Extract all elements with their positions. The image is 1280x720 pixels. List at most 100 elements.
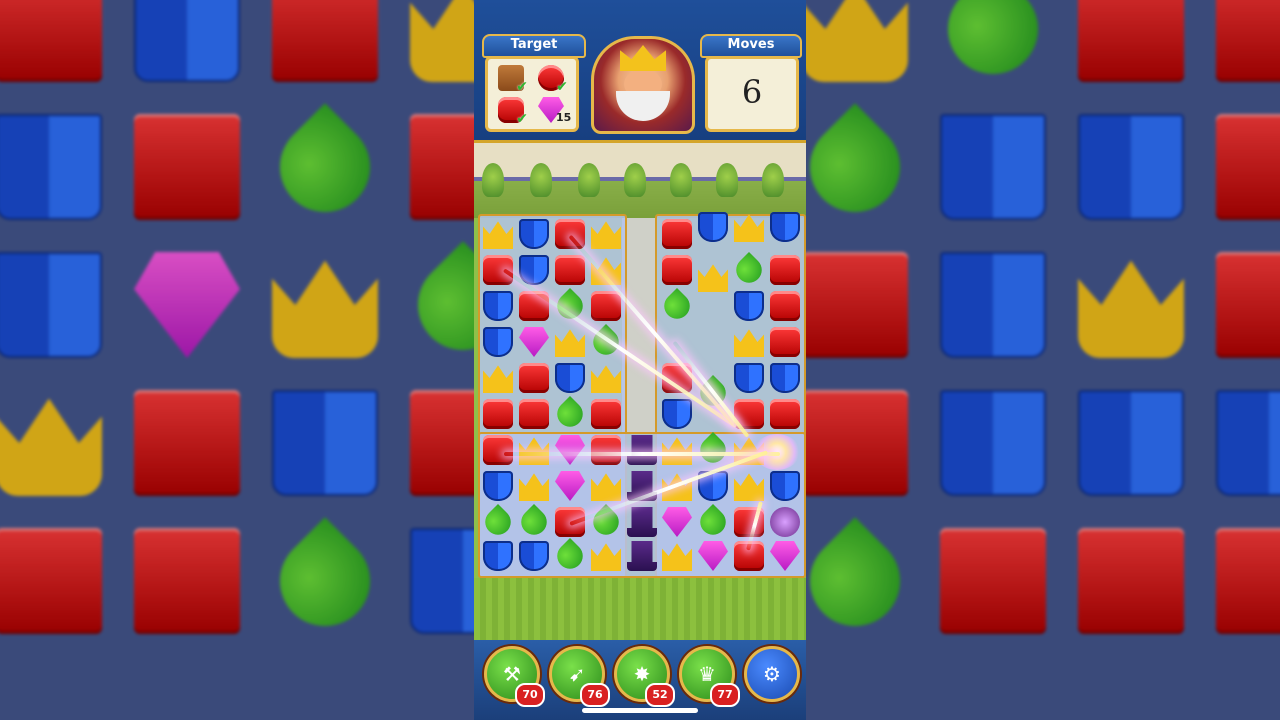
bg-red-gem: [134, 114, 240, 220]
target-title: Target: [482, 34, 586, 58]
bg-purple-gem: [134, 252, 240, 358]
crown-icon: [620, 45, 666, 71]
bg-yellow-crown: [272, 260, 378, 358]
red-gem-piece[interactable]: [770, 291, 800, 321]
bg-blue-shield: [134, 0, 240, 82]
bg-blue-shield: [1216, 390, 1280, 496]
red-gem-piece[interactable]: [591, 399, 621, 429]
blue-shield-piece[interactable]: [734, 291, 764, 321]
check-icon: ✔: [556, 79, 568, 95]
shrub: [762, 163, 784, 197]
blue-shield-piece[interactable]: [483, 291, 513, 321]
red-gem-piece[interactable]: [770, 399, 800, 429]
red-parrot-icon: ✔: [538, 65, 568, 95]
red-gem-piece[interactable]: [591, 291, 621, 321]
cannon-booster-button[interactable]: ✸ 52: [614, 646, 675, 707]
bg-blue-shield: [0, 252, 102, 358]
bg-blue-shield: [940, 390, 1046, 496]
shrub: [578, 163, 600, 197]
bg-yellow-crown: [410, 0, 474, 82]
bg-blue-shield: [410, 528, 474, 634]
blue-shield-piece[interactable]: [662, 399, 692, 429]
bg-red-gem: [940, 528, 1046, 634]
bg-red-gem: [1216, 114, 1280, 220]
bg-green-leaf: [261, 103, 389, 231]
bg-green-leaf: [806, 517, 919, 645]
bg-yellow-crown: [0, 398, 102, 496]
bg-blue-shield: [940, 252, 1046, 358]
blue-shield-piece[interactable]: [698, 212, 728, 242]
booster-count: 76: [580, 683, 610, 707]
gear-icon: ⚙: [763, 662, 781, 686]
red-gem-piece[interactable]: [483, 399, 513, 429]
target-panel: ✔ ✔ ✔ 15: [485, 56, 579, 132]
blue-shield-piece[interactable]: [483, 327, 513, 357]
moves-title: Moves: [700, 34, 802, 58]
hammer-booster-button[interactable]: ⚒ 70: [484, 646, 545, 707]
settings-button[interactable]: ⚙: [744, 646, 800, 702]
blue-shield-piece[interactable]: [734, 363, 764, 393]
bg-blue-shield: [272, 390, 378, 496]
bg-red-gem: [1078, 0, 1184, 82]
bg-red-gem: [272, 0, 378, 82]
king-avatar: [591, 36, 695, 134]
red-gem-piece[interactable]: [770, 255, 800, 285]
bg-red-gem: [410, 114, 474, 220]
bg-yellow-crown: [806, 0, 908, 82]
bg-red-gem: [0, 0, 102, 82]
blue-shield-piece[interactable]: [483, 471, 513, 501]
blue-shield-piece[interactable]: [770, 363, 800, 393]
blue-shield-piece[interactable]: [770, 212, 800, 242]
color-bomb-piece[interactable]: [770, 507, 800, 537]
bg-green-leaf: [806, 103, 919, 231]
check-icon: ✔: [516, 79, 528, 95]
red-gem-piece[interactable]: [662, 255, 692, 285]
bg-blue-shield: [1078, 114, 1184, 220]
arrow-booster-button[interactable]: ➹ 76: [549, 646, 610, 707]
bg-red-gem: [410, 390, 474, 496]
booster-count: 70: [515, 683, 545, 707]
moves-counter: 6: [741, 73, 763, 111]
light-beam: [504, 452, 780, 456]
shrub: [716, 163, 738, 197]
bg-red-gem: [1216, 0, 1280, 82]
game-screen: Target ✔ ✔ ✔ 15 Moves 6 ⚒ 70 ➹ 76 ✸ 52 ♛…: [474, 0, 806, 720]
background-pattern: [806, 0, 1280, 720]
garden-scenery: [474, 143, 806, 218]
magic-hat-blocker[interactable]: [627, 541, 657, 571]
background-left: [0, 0, 474, 720]
red-gem-piece[interactable]: [591, 435, 621, 465]
red-drum-icon: ✔: [498, 97, 528, 127]
shrub: [530, 163, 552, 197]
red-gem-piece[interactable]: [483, 435, 513, 465]
background-right: [806, 0, 1280, 720]
home-indicator[interactable]: [582, 708, 698, 713]
red-gem-piece[interactable]: [662, 219, 692, 249]
bg-red-gem: [1078, 528, 1184, 634]
brown-box-icon: ✔: [498, 65, 528, 95]
target-gem-count: 15: [556, 111, 572, 124]
shrub: [670, 163, 692, 197]
shrub: [624, 163, 646, 197]
blue-shield-piece[interactable]: [519, 541, 549, 571]
bg-red-gem: [1216, 528, 1280, 634]
bg-red-gem: [134, 390, 240, 496]
blue-shield-piece[interactable]: [483, 541, 513, 571]
red-gem-piece[interactable]: [770, 327, 800, 357]
blue-shield-piece[interactable]: [770, 471, 800, 501]
magic-hat-blocker[interactable]: [627, 507, 657, 537]
bg-blue-shield: [0, 114, 102, 220]
red-gem-piece[interactable]: [555, 255, 585, 285]
background-pattern: [0, 0, 474, 720]
blue-shield-piece[interactable]: [555, 363, 585, 393]
bg-green-leaf: [261, 517, 389, 645]
king-beard: [616, 91, 670, 121]
red-gem-piece[interactable]: [519, 399, 549, 429]
bg-red-gem: [134, 528, 240, 634]
magic-hat-blocker[interactable]: [627, 435, 657, 465]
blue-shield-piece[interactable]: [519, 219, 549, 249]
red-gem-piece[interactable]: [519, 363, 549, 393]
bg-blue-shield: [1078, 390, 1184, 496]
top-hud: Target ✔ ✔ ✔ 15 Moves 6: [474, 0, 806, 143]
jester-booster-button[interactable]: ♛ 77: [679, 646, 740, 707]
